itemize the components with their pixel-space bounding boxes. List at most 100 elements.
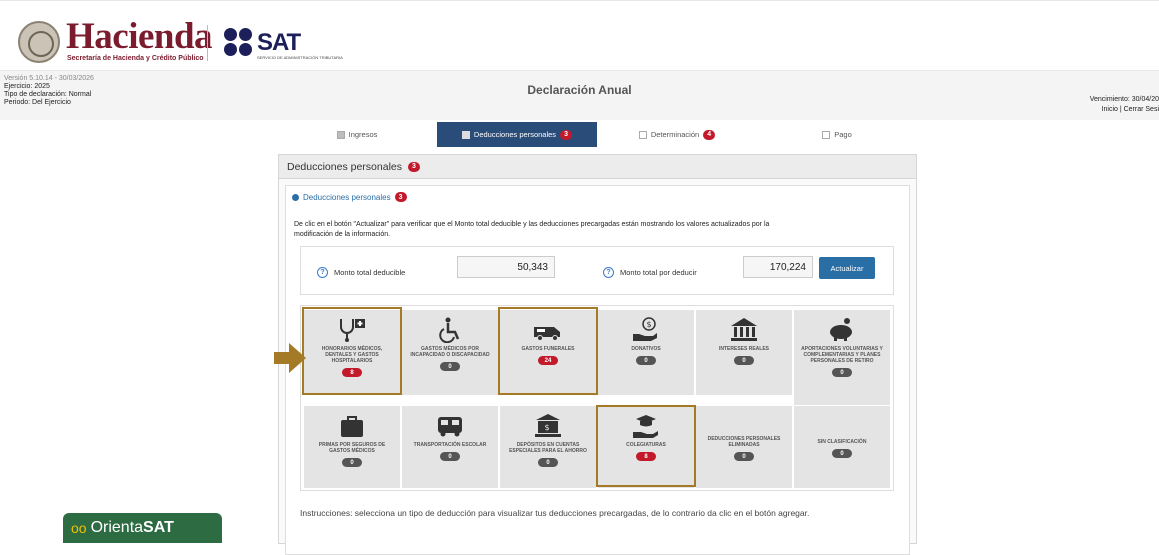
deduction-label: COLEGIATURAS <box>626 442 666 448</box>
tab-label: Deducciones personales <box>473 130 557 139</box>
monto-deducible-field[interactable]: 50,343 <box>457 256 555 278</box>
deduction-label: DEDUCCIONES PERSONALES ELIMINADAS <box>707 436 781 448</box>
site-header: Hacienda Secretaría de Hacienda y Crédit… <box>0 0 1159 70</box>
deduction-label: APORTACIONES VOLUNTARIAS Y COMPLEMENTARI… <box>801 346 883 364</box>
tab-label: Pago <box>834 130 852 139</box>
hearse-icon <box>534 327 560 341</box>
deduction-count: 0 <box>734 452 754 461</box>
deduction-count: 8 <box>636 452 656 461</box>
deduction-tile-colegiaturas[interactable]: COLEGIATURAS 8 <box>598 406 694 488</box>
svg-text:$: $ <box>647 320 652 329</box>
monto-por-deducir-text: Monto total por deducir <box>620 268 697 277</box>
deduction-tile-funerales[interactable]: GASTOS FUNERALES 24 <box>500 310 596 395</box>
tab-deducciones-personales[interactable]: Deducciones personales 3 <box>437 122 597 147</box>
deduction-label: PRIMAS POR SEGUROS DE GASTOS MÉDICOS <box>318 442 386 454</box>
accordion-toggle[interactable]: Deducciones personales 3 <box>292 192 407 202</box>
deduction-tile-depositos[interactable]: $ DEPÓSITOS EN CUENTAS ESPECIALES PARA E… <box>500 406 596 488</box>
monto-por-deducir-label: ? Monto total por deducir <box>603 267 697 278</box>
checkbox-icon <box>638 130 647 139</box>
medical-icon <box>340 319 365 342</box>
selection-instructions: Instrucciones: selecciona un tipo de ded… <box>300 508 810 518</box>
eyes-icon: oo <box>71 520 87 536</box>
savings-bank-icon: $ <box>535 414 561 437</box>
monto-deducible-label: ? Monto total deducible <box>317 267 405 278</box>
monto-por-deducir-field[interactable]: 170,224 <box>743 256 813 278</box>
deduction-label: HONORARIOS MÉDICOS, DENTALES Y GASTOS HO… <box>321 346 383 364</box>
orienta-bold: SAT <box>143 519 174 536</box>
version-text: Versión 5.10.14 - 30/03/2026 <box>4 75 94 82</box>
deduction-count: 24 <box>538 356 558 365</box>
help-icon[interactable]: ? <box>603 267 614 278</box>
deduction-tile-transportacion[interactable]: TRANSPORTACIÓN ESCOLAR 0 <box>402 406 498 488</box>
hacienda-brand: Hacienda <box>66 16 213 57</box>
deduction-count: 0 <box>832 368 852 377</box>
deduction-label: GASTOS MÉDICOS POR INCAPACIDAD O DISCAPA… <box>410 346 490 358</box>
checkbox-icon <box>461 130 470 139</box>
pointer-arrow-icon <box>274 343 306 373</box>
update-instructions: De clic en el botón "Actualizar" para ve… <box>294 221 770 238</box>
deduction-label: TRANSPORTACIÓN ESCOLAR <box>413 442 487 448</box>
deduction-count: 0 <box>832 449 852 458</box>
deduction-tile-eliminadas[interactable]: DEDUCCIONES PERSONALES ELIMINADAS 0 <box>696 406 792 488</box>
tab-determinacion[interactable]: Determinación 4 <box>597 122 757 147</box>
periodo-text: Periodo: Del Ejercicio <box>4 99 71 106</box>
donation-icon: $ <box>633 317 657 341</box>
deduction-tile-intereses[interactable]: INTERESES REALES 0 <box>696 310 792 395</box>
accordion-body: Deducciones personales 3 De clic en el b… <box>285 185 910 555</box>
monto-deducible-text: Monto total deducible <box>334 268 406 277</box>
tab-badge: 3 <box>560 129 573 140</box>
deduction-count: 0 <box>440 452 460 461</box>
deduction-label: DEPÓSITOS EN CUENTAS ESPECIALES PARA EL … <box>509 442 587 454</box>
panel-badge: 3 <box>408 161 420 172</box>
panel-header: Deducciones personales 3 <box>279 155 916 179</box>
checkbox-icon <box>822 130 831 139</box>
tab-label: Determinación <box>650 130 700 139</box>
deduction-tile-honorarios[interactable]: HONORARIOS MÉDICOS, DENTALES Y GASTOS HO… <box>304 310 400 395</box>
help-icon[interactable]: ? <box>317 267 328 278</box>
deduction-label: DONATIVOS <box>631 346 661 352</box>
deduction-grid: HONORARIOS MÉDICOS, DENTALES Y GASTOS HO… <box>300 305 894 491</box>
orienta-sat-badge[interactable]: oo Orienta SAT <box>63 513 222 543</box>
deduction-tile-aportaciones[interactable]: APORTACIONES VOLUNTARIAS Y COMPLEMENTARI… <box>794 310 890 405</box>
piggy-bank-icon <box>830 318 852 341</box>
deduction-count: 0 <box>636 356 656 365</box>
deduction-tile-sin-clasificacion[interactable]: SIN CLASIFICACIÓN 0 <box>794 406 890 488</box>
tab-ingresos[interactable]: Ingresos <box>277 122 437 147</box>
checkbox-icon <box>336 130 345 139</box>
page-title: Declaración Anual <box>527 83 632 97</box>
sat-logo-icon <box>224 28 254 58</box>
deduction-label: GASTOS FUNERALES <box>521 346 575 352</box>
accordion-label: Deducciones personales <box>303 192 391 202</box>
wheelchair-icon <box>439 317 460 343</box>
declaration-info-bar: Versión 5.10.14 - 30/03/2026 Ejercicio: … <box>0 70 1159 120</box>
deduction-label: SIN CLASIFICACIÓN <box>817 439 867 445</box>
graduation-icon <box>633 415 658 438</box>
tab-label: Ingresos <box>348 130 378 139</box>
sat-subtitle: SERVICIO DE ADMINISTRACIÓN TRIBUTARIA <box>257 55 343 60</box>
hacienda-subtitle: Secretaría de Hacienda y Crédito Público <box>67 55 204 62</box>
logo-divider <box>207 25 208 61</box>
svg-text:$: $ <box>545 423 550 432</box>
hacienda-seal-icon <box>18 21 60 63</box>
accordion-badge: 3 <box>394 192 407 202</box>
bank-icon <box>731 318 757 341</box>
actualizar-button[interactable]: Actualizar <box>819 257 875 279</box>
deduction-count: 0 <box>538 458 558 467</box>
vencimiento-block: Vencimiento: 30/04/20 Inicio | Cerrar Se… <box>1090 95 1159 115</box>
deduction-tile-gastos-incapacidad[interactable]: GASTOS MÉDICOS POR INCAPACIDAD O DISCAPA… <box>402 310 498 395</box>
step-tabs: Ingresos Deducciones personales 3 Determ… <box>277 122 917 147</box>
session-links[interactable]: Inicio | Cerrar Sesi <box>1090 105 1159 115</box>
deducciones-panel: Deducciones personales 3 Deducciones per… <box>278 154 917 555</box>
deduction-tile-primas[interactable]: PRIMAS POR SEGUROS DE GASTOS MÉDICOS 0 <box>304 406 400 488</box>
sat-brand: SAT <box>257 29 301 56</box>
deduction-count: 0 <box>440 362 460 371</box>
tab-badge: 4 <box>703 129 716 140</box>
deduction-count: 8 <box>342 368 362 377</box>
deduction-tile-donativos[interactable]: $ DONATIVOS 0 <box>598 310 694 395</box>
orienta-prefix: Orienta <box>90 519 144 536</box>
tab-pago[interactable]: Pago <box>757 122 917 147</box>
collapse-icon <box>292 193 299 201</box>
deduction-label: INTERESES REALES <box>718 346 769 352</box>
deduction-count: 0 <box>734 356 754 365</box>
medical-bag-icon <box>341 416 363 437</box>
